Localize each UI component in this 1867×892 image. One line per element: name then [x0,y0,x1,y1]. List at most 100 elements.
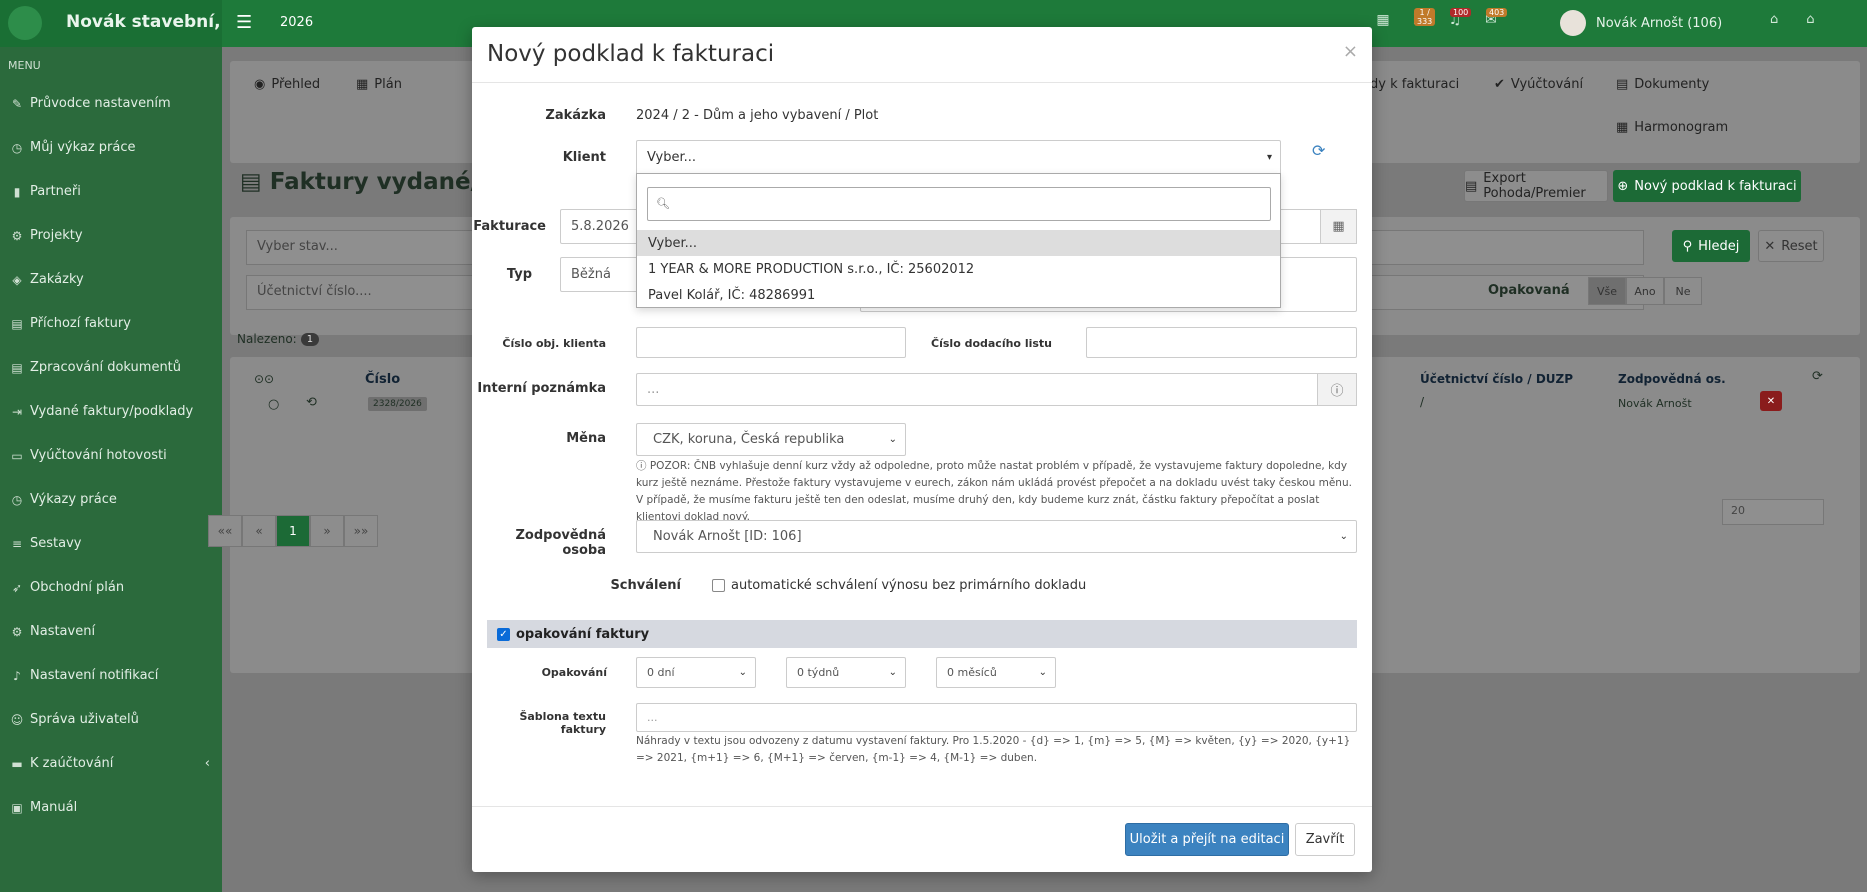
row-select-radio[interactable]: ○ [268,397,279,412]
sablona-input[interactable]: ... [636,703,1357,732]
info-icon[interactable]: ⓘ [1317,373,1357,406]
klient-search-input[interactable]: 🔍︎ [647,187,1271,221]
interni-poznamka-input[interactable]: ... [636,373,1320,406]
repeat-weeks-select[interactable]: 0 týdnů ⌄ [786,657,906,688]
state-filter[interactable]: Vyber stav... [246,230,486,265]
hamburger-menu-icon[interactable]: ☰ [236,12,252,33]
sidebar-item-label: Partneři [30,184,81,199]
refresh-icon[interactable]: ⟳ [1312,141,1325,160]
repeat-yes-button[interactable]: Ano [1626,277,1664,305]
notification-bell-icon[interactable]: ♫ 100 [1444,8,1472,34]
sidebar-item-business-plan[interactable]: ➶ Obchodní plán [10,580,220,595]
repeat-filter-label: Opakovaná [1488,283,1570,298]
tab-settlement[interactable]: ✔ Vyúčtování [1494,77,1583,92]
repeat-all-button[interactable]: Vše [1588,277,1626,305]
reset-button[interactable]: ✕ Reset [1758,230,1824,262]
save-and-edit-button[interactable]: Uložit a přejít na editaci [1125,823,1289,856]
delete-row-button[interactable]: ✕ [1760,391,1782,411]
dodaci-list-input[interactable] [1086,327,1357,358]
sidebar-item-notification-settings[interactable]: ♪ Nastavení notifikací [10,668,220,683]
tab-documents[interactable]: ▤ Dokumenty [1616,77,1709,92]
sidebar-item-issued-invoices[interactable]: ⇥ Vydané faktury/podklady [10,404,220,419]
pager-prev[interactable]: « [242,515,276,547]
auto-approval-checkbox-row[interactable]: automatické schválení výnosu bez primárn… [712,578,1086,593]
close-icon[interactable]: × [1343,41,1358,62]
sidebar-item-label: Výkazy práce [30,492,117,507]
bank-icon[interactable]: ⌂ [1770,12,1778,27]
search-button[interactable]: ⚲ Hledej [1672,230,1750,262]
sidebar-item-incoming-invoices[interactable]: ▤ Příchozí faktury [10,316,220,331]
typ-select[interactable]: Běžná [560,257,640,292]
sidebar-item-projects[interactable]: ⚙ Projekty [10,228,220,243]
tab-invoice-items[interactable]: dy k fakturaci [1370,77,1459,92]
zodpovedna-osoba-select[interactable]: Novák Arnošt [ID: 106] ⌄ [636,520,1357,553]
check-circle-icon: ✔ [1494,77,1505,92]
repeat-months-select[interactable]: 0 měsíců ⌄ [936,657,1056,688]
sidebar-item-orders[interactable]: ◈ Zakázky [10,272,220,287]
search-label: Hledej [1698,238,1740,254]
tab-schedule[interactable]: ▦ Harmonogram [1616,120,1728,135]
pager-first[interactable]: «« [208,515,242,547]
sidebar-item-my-timesheet[interactable]: ◷ Můj výkaz práce [10,140,220,155]
sidebar-item-timesheets[interactable]: ◷ Výkazy práce [10,492,220,507]
found-label: Nalezeno: [237,332,297,346]
repeat-icon[interactable]: ⟲ [306,395,317,410]
sidebar-item-partners[interactable]: ▮ Partneři [10,184,220,199]
col-number-header[interactable]: Číslo [365,372,400,387]
klient-option[interactable]: 1 YEAR & MORE PRODUCTION s.r.o., IČ: 256… [637,256,1280,282]
repeat-days-select[interactable]: 0 dní ⌄ [636,657,756,688]
messages-icon[interactable]: ✉ 403 [1480,8,1508,34]
col-responsible-header[interactable]: Zodpovědná os. [1618,372,1726,386]
sidebar-item-cash-settlement[interactable]: ▭ Vyúčtování hotovosti [10,448,220,463]
klient-option[interactable]: Vyber... [637,230,1280,256]
account-number-filter[interactable]: Účetnictví číslo.... [246,275,486,310]
mena-select[interactable]: CZK, koruna, Česká republika ⌄ [636,423,906,456]
user-menu[interactable]: Novák Arnošt (106) [1560,10,1722,36]
tab-label: Dokumenty [1634,77,1710,92]
chevron-left-icon[interactable]: ‹ [205,756,210,771]
caret-down-icon: ▾ [1266,152,1272,163]
home-icon[interactable]: ⌂ [1806,12,1814,27]
repeat-no-button[interactable]: Ne [1664,277,1702,305]
sidebar-item-setup-wizard[interactable]: ✎ Průvodce nastavením [10,96,220,111]
mena-label: Měna [566,431,606,446]
tab-plan[interactable]: ▦ Plán [356,77,402,92]
klient-select[interactable]: Vyber... ▾ [636,140,1281,175]
obj-klienta-input[interactable] [636,327,906,358]
fakturace-date-input[interactable]: 5.8.2026 [560,209,640,244]
export-pohoda-button[interactable]: ▤ Export Pohoda/Premier [1464,170,1608,202]
modal-footer-divider [472,806,1372,807]
page-size-select[interactable]: 20 [1722,499,1824,525]
sidebar-item-manual[interactable]: ▣ Manuál [10,800,220,815]
company-logo[interactable] [8,6,42,40]
brand-name[interactable]: Novák stavební, [66,12,221,32]
pager-next[interactable]: » [310,515,344,547]
search-field[interactable] [1332,230,1644,265]
book-icon: ▣ [11,800,23,815]
calendar-icon[interactable]: ▦ [1372,12,1394,34]
close-button[interactable]: Zavřít [1295,823,1355,856]
invoice-repeat-checkbox[interactable]: ✓ [497,627,510,641]
clock-icon: ◷ [11,140,23,155]
pager-last[interactable]: »» [344,515,378,547]
sidebar-item-to-book[interactable]: ▬ K zaúčtování ‹ [10,756,220,771]
new-invoice-item-button[interactable]: ⊕ Nový podklad k fakturaci [1613,170,1801,202]
sidebar-item-label: Zakázky [30,272,84,287]
tasks-icon[interactable]: ☰1 / 333 [1408,8,1436,34]
col-account-header[interactable]: Účetnictví číslo / DUZP [1420,372,1573,386]
select-all-icon[interactable]: ⊙⊙ [254,372,274,386]
refresh-icon[interactable]: ⟳ [1812,369,1823,384]
auto-approval-checkbox[interactable] [712,579,725,592]
sidebar-item-settings[interactable]: ⚙ Nastavení [10,624,220,639]
sidebar-item-reports[interactable]: ≡ Sestavy [10,536,220,551]
file-icon: ▤ [11,360,23,375]
tab-overview[interactable]: ◉ Přehled [254,77,320,92]
repeat-days-value: 0 dní [647,666,675,679]
pager-page-1[interactable]: 1 [276,515,310,547]
klient-option[interactable]: Pavel Kolář, IČ: 48286991 [637,282,1280,308]
invoice-number-badge[interactable]: 2328/2026 [368,397,427,411]
year-selector[interactable]: 2026 [280,15,313,30]
calendar-icon[interactable]: ▦ [1320,209,1357,244]
sidebar-item-user-management[interactable]: ☺ Správa uživatelů [10,712,220,727]
sidebar-item-document-processing[interactable]: ▤ Zpracování dokumentů [10,360,220,375]
